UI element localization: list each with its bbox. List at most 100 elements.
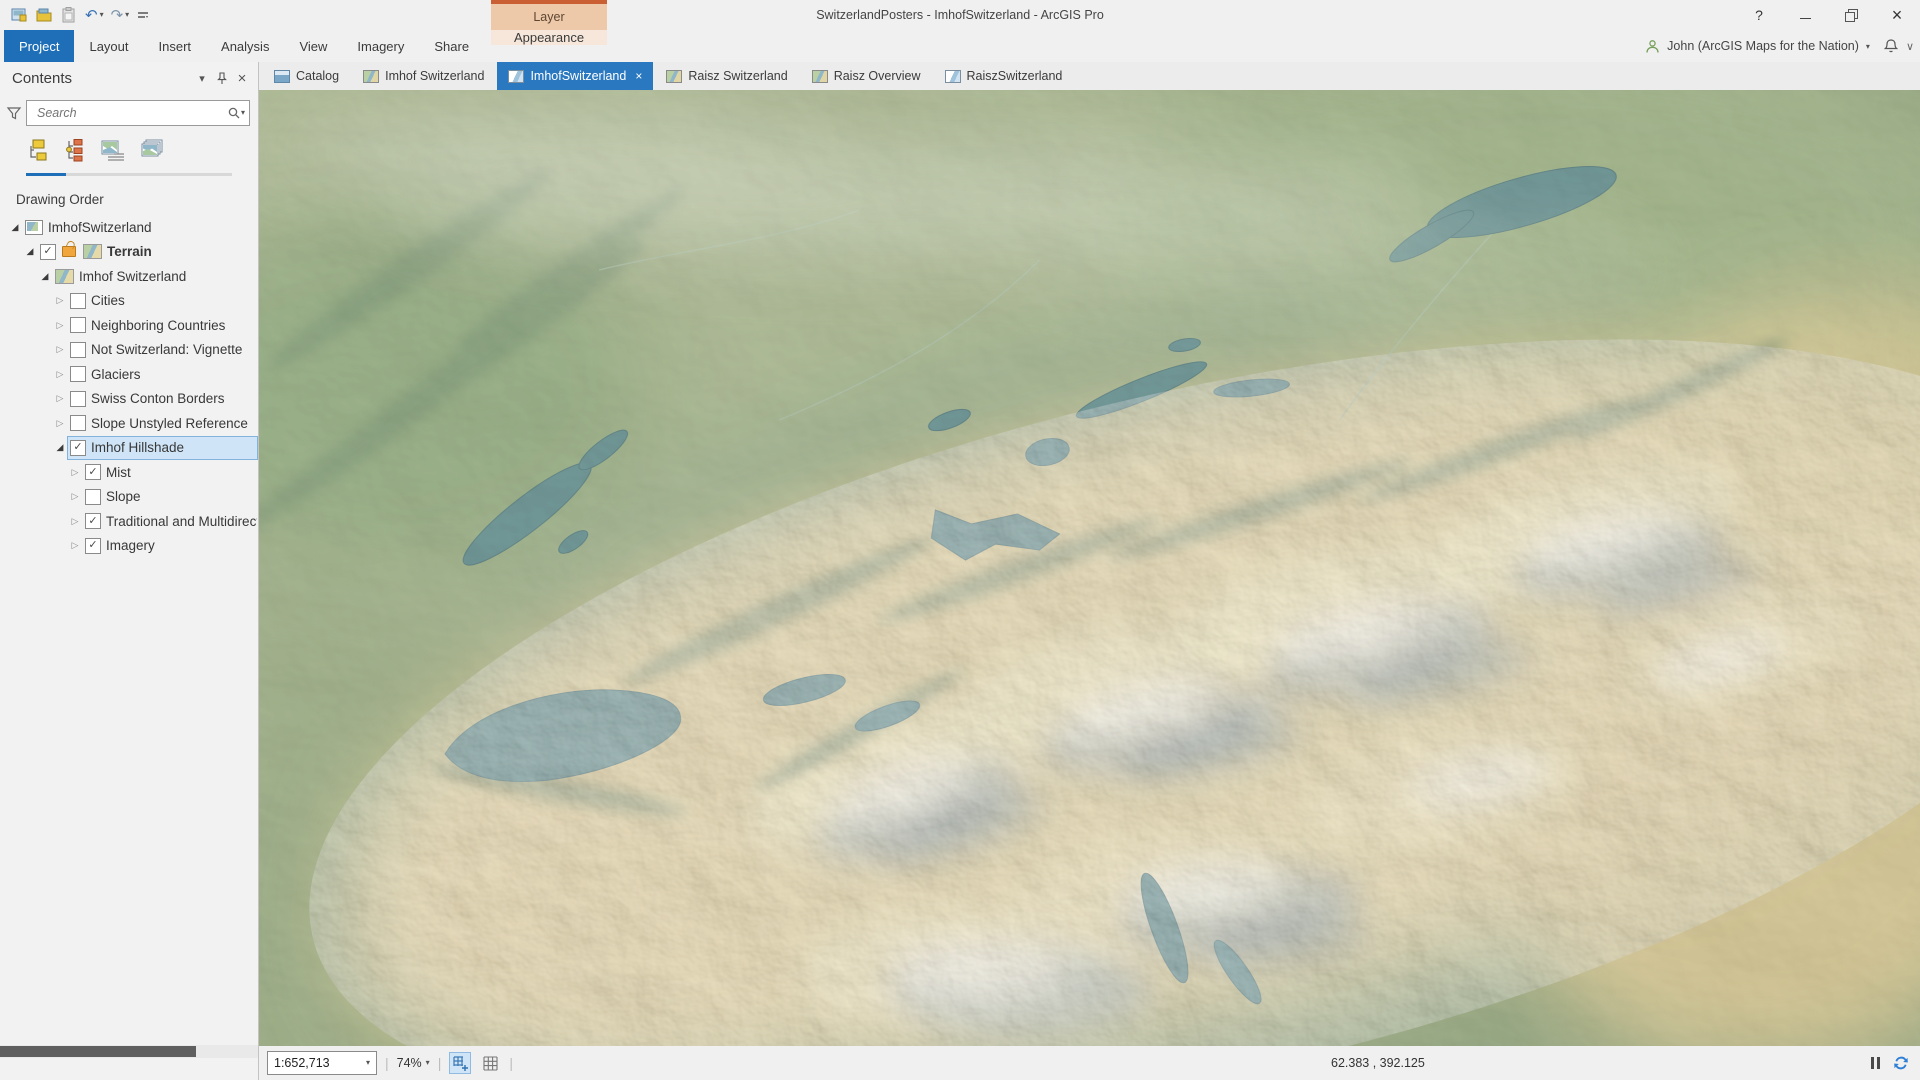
expander-closed-icon[interactable]: ▷	[53, 393, 67, 404]
layer-tree-row[interactable]: ▷Slope Unstyled Reference	[0, 411, 258, 436]
layer-tree-row[interactable]: ▷Slope	[0, 485, 258, 510]
snap-to-grid-button[interactable]	[449, 1052, 471, 1074]
scale-selector[interactable]: 1:652,713 ▾	[267, 1051, 377, 1075]
layer-visibility-checkbox[interactable]	[85, 489, 101, 505]
layer-row-content[interactable]: ImhofSwitzerland	[22, 215, 258, 239]
view-tab-raisz-overview[interactable]: Raisz Overview	[801, 62, 932, 90]
notifications-bell-icon[interactable]	[1883, 38, 1899, 54]
list-by-snapping-button[interactable]	[100, 138, 126, 173]
layer-tree-row[interactable]: ▷✓Traditional and Multidirectiona	[0, 509, 258, 534]
layer-visibility-checkbox[interactable]: ✓	[70, 440, 86, 456]
minimize-button[interactable]	[1782, 0, 1828, 30]
ribbon-tab-imagery[interactable]: Imagery	[342, 30, 419, 62]
ribbon-tab-analysis[interactable]: Analysis	[206, 30, 284, 62]
layer-visibility-checkbox[interactable]: ✓	[85, 464, 101, 480]
ribbon-tab-appearance[interactable]: Appearance	[491, 30, 607, 45]
ribbon-tab-view[interactable]: View	[284, 30, 342, 62]
unlock-icon[interactable]	[62, 246, 76, 257]
layer-visibility-checkbox[interactable]	[70, 415, 86, 431]
restore-button[interactable]	[1828, 0, 1874, 30]
layer-tree-row[interactable]: ▷✓Imagery	[0, 534, 258, 559]
redo-button[interactable]: ↷ ▾	[111, 8, 130, 23]
close-view-tab-icon[interactable]: ×	[635, 69, 642, 83]
layer-row-content[interactable]: Neighboring Countries	[67, 313, 258, 337]
view-tab-raisz-switzerland[interactable]: Raisz Switzerland	[655, 62, 798, 90]
layer-row-content[interactable]: Swiss Conton Borders	[67, 387, 258, 411]
layer-tree-row[interactable]: ▷Not Switzerland: Vignette	[0, 338, 258, 363]
expander-closed-icon[interactable]: ▷	[68, 467, 82, 478]
layer-tree-row[interactable]: ▷Cities	[0, 289, 258, 314]
layer-row-content[interactable]: ✓Mist	[82, 460, 258, 484]
ribbon-tab-share[interactable]: Share	[419, 30, 484, 62]
layer-tree-row[interactable]: ◢Imhof Switzerland	[0, 264, 258, 289]
layer-tree-row[interactable]: ▷Swiss Conton Borders	[0, 387, 258, 412]
account-caret-icon[interactable]: ▾	[1866, 42, 1870, 51]
layer-row-content[interactable]: ✓Traditional and Multidirectiona	[82, 509, 258, 533]
view-tab-imhofswitzerland[interactable]: ImhofSwitzerland×	[497, 62, 653, 90]
expander-open-icon[interactable]: ◢	[8, 222, 22, 233]
layer-row-content[interactable]: ✓Imagery	[82, 534, 258, 558]
layer-tree-row[interactable]: ▷Neighboring Countries	[0, 313, 258, 338]
ribbon-tab-insert[interactable]: Insert	[144, 30, 207, 62]
grid-button[interactable]	[479, 1052, 501, 1074]
expander-closed-icon[interactable]: ▷	[53, 320, 67, 331]
layer-row-content[interactable]: Cities	[67, 289, 258, 313]
layer-row-content[interactable]: Not Switzerland: Vignette	[67, 338, 258, 362]
open-project-button[interactable]	[35, 6, 53, 24]
layer-row-content[interactable]: Glaciers	[67, 362, 258, 386]
layer-visibility-checkbox[interactable]: ✓	[85, 513, 101, 529]
undo-button[interactable]: ↶ ▾	[85, 8, 104, 23]
layer-row-content[interactable]: Imhof Switzerland	[52, 264, 258, 288]
view-tab-catalog[interactable]: Catalog	[263, 62, 350, 90]
expander-closed-icon[interactable]: ▷	[53, 369, 67, 380]
help-button[interactable]: ?	[1736, 0, 1782, 30]
search-icon[interactable]	[227, 106, 241, 120]
search-input[interactable]	[35, 105, 227, 121]
search-options-caret-icon[interactable]: ▾	[241, 109, 245, 117]
expander-closed-icon[interactable]: ▷	[68, 516, 82, 527]
layer-visibility-checkbox[interactable]	[70, 317, 86, 333]
layer-visibility-checkbox[interactable]: ✓	[85, 538, 101, 554]
save-project-button[interactable]	[10, 6, 28, 24]
list-by-source-button[interactable]	[63, 138, 87, 173]
customize-qat-button[interactable]	[136, 8, 150, 22]
layer-visibility-checkbox[interactable]	[70, 366, 86, 382]
layer-tree-row[interactable]: ▷✓Mist	[0, 460, 258, 485]
layer-visibility-checkbox[interactable]	[70, 293, 86, 309]
layer-visibility-checkbox[interactable]	[70, 391, 86, 407]
zoom-percent-control[interactable]: 74% ▾	[397, 1056, 430, 1070]
expander-closed-icon[interactable]: ▷	[53, 295, 67, 306]
selected-layer-row-content[interactable]: ✓Imhof Hillshade	[67, 436, 258, 460]
panel-close-icon[interactable]: ×	[232, 68, 252, 88]
paste-button[interactable]	[60, 6, 78, 24]
panel-pin-icon[interactable]	[212, 68, 232, 88]
panel-menu-caret-icon[interactable]: ▾	[192, 68, 212, 88]
filter-funnel-icon[interactable]	[6, 106, 22, 121]
account-name[interactable]: John (ArcGIS Maps for the Nation)	[1667, 39, 1859, 53]
view-tab-imhof-switzerland[interactable]: Imhof Switzerland	[352, 62, 495, 90]
layer-row-content[interactable]: Slope Unstyled Reference	[67, 411, 258, 435]
map-view[interactable]	[259, 90, 1920, 1046]
view-tab-raiszswitzerland[interactable]: RaiszSwitzerland	[934, 62, 1074, 90]
expander-closed-icon[interactable]: ▷	[68, 491, 82, 502]
expander-closed-icon[interactable]: ▷	[53, 418, 67, 429]
layer-row-content[interactable]: Slope	[82, 485, 258, 509]
contents-horizontal-scrollbar[interactable]	[0, 1045, 258, 1058]
redo-caret-icon[interactable]: ▾	[125, 11, 129, 19]
expander-closed-icon[interactable]: ▷	[68, 540, 82, 551]
list-by-drawing-order-button[interactable]	[26, 138, 50, 173]
ribbon-tab-layout[interactable]: Layout	[74, 30, 143, 62]
refresh-icon[interactable]	[1892, 1054, 1910, 1072]
ribbon-tab-project[interactable]: Project	[4, 30, 74, 62]
pause-drawing-button[interactable]	[1871, 1057, 1880, 1069]
layer-tree-row[interactable]: ◢✓Imhof Hillshade	[0, 436, 258, 461]
expander-open-icon[interactable]: ◢	[53, 442, 67, 453]
expander-open-icon[interactable]: ◢	[23, 246, 37, 257]
layer-row-content[interactable]: ✓Terrain	[37, 240, 258, 264]
expander-open-icon[interactable]: ◢	[38, 271, 52, 282]
layer-visibility-checkbox[interactable]	[70, 342, 86, 358]
close-button[interactable]: ×	[1874, 0, 1920, 30]
list-by-editing-button[interactable]	[139, 138, 165, 173]
minimize-ribbon-chevron-icon[interactable]: ∨	[1906, 40, 1914, 53]
scrollbar-thumb[interactable]	[0, 1046, 196, 1057]
